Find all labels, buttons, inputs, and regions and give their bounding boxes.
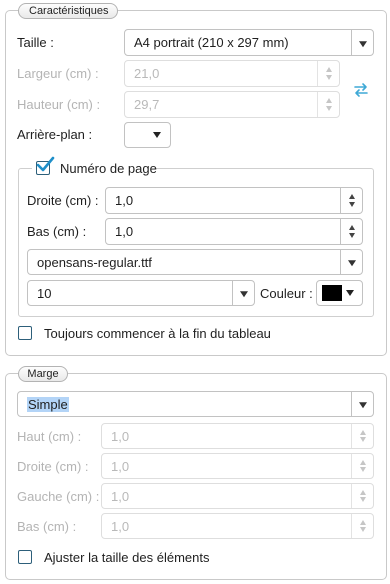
marge-haut-stepper: 1,0 [101,423,374,449]
marge-haut-value: 1,0 [111,428,130,444]
largeur-spin [317,61,339,86]
marge-bas-stepper: 1,0 [101,513,374,539]
numero-droite-value: 1,0 [115,193,134,208]
spin-up-icon [325,67,332,72]
spin-down-icon[interactable] [348,233,355,238]
marge-bas-value: 1,0 [111,518,130,534]
marge-bas-spin [351,514,373,538]
toujours-checkbox[interactable] [18,326,32,340]
largeur-value: 21,0 [134,66,160,81]
checkmark-icon [36,156,55,172]
numero-bas-label: Bas (cm) : [27,224,87,239]
font-value: opensans-regular.ttf [37,254,152,270]
couleur-label: Couleur : [260,286,313,301]
numero-page-label: Numéro de page [60,161,157,176]
marge-gauche-label: Gauche (cm) : [17,489,100,504]
spin-down-icon [359,527,366,532]
chevron-down-icon [239,291,248,298]
marge-mode-dropdown-button[interactable] [351,392,373,416]
spin-up-icon [359,520,366,525]
chevron-down-icon [153,132,161,138]
numero-droite-spin[interactable] [340,188,362,213]
marge-mode-text: Simple [27,396,69,412]
spin-up-icon [359,460,366,465]
taille-dropdown-button[interactable] [351,30,373,55]
color-swatch [322,285,342,301]
hauteur-spin [317,92,339,117]
marge-droite-stepper: 1,0 [101,453,374,479]
largeur-stepper: 21,0 [124,60,340,87]
taille-label: Taille : [17,35,54,50]
font-select[interactable]: opensans-regular.ttf [27,249,363,275]
marge-droite-value: 1,0 [111,458,130,474]
hauteur-value: 29,7 [134,97,160,112]
marge-bas-label: Bas (cm) : [17,519,77,534]
font-dropdown-button[interactable] [340,250,362,274]
spin-down-icon [359,437,366,442]
numero-bas-value: 1,0 [115,224,134,239]
marge-haut-spin [351,424,373,448]
marge-gauche-spin [351,484,373,508]
marge-legend: Marge [18,366,68,382]
caracteristiques-legend: Caractéristiques [18,3,118,19]
marge-mode-value: Simple [27,392,69,416]
numero-droite-label: Droite (cm) : [27,193,99,208]
spin-down-icon [359,497,366,502]
largeur-label: Largeur (cm) : [17,66,99,81]
marge-droite-spin [351,454,373,478]
numero-droite-stepper[interactable]: 1,0 [105,187,363,214]
marge-gauche-stepper: 1,0 [101,483,374,509]
arriere-plan-label: Arrière-plan : [17,127,93,142]
swap-dimensions-icon[interactable] [352,82,370,98]
chevron-down-icon [347,260,356,267]
color-swatch [128,126,154,144]
spin-down-icon [359,467,366,472]
chevron-down-icon [346,290,354,296]
taille-select[interactable]: A4 portrait (210 x 297 mm) [124,29,374,56]
hauteur-label: Hauteur (cm) : [17,97,101,112]
hauteur-stepper: 29,7 [124,91,340,118]
toujours-label: Toujours commencer à la fin du tableau [44,326,271,341]
spin-down-icon [325,106,332,111]
spin-down-icon [325,75,332,80]
font-size-value: 10 [37,285,52,301]
marge-mode-select[interactable]: Simple [17,391,374,417]
spin-up-icon[interactable] [348,194,355,199]
spin-up-icon[interactable] [348,225,355,230]
numero-bas-spin[interactable] [340,219,362,244]
taille-value: A4 portrait (210 x 297 mm) [134,35,289,50]
marge-droite-label: Droite (cm) : [17,459,89,474]
spin-up-icon [325,98,332,103]
marge-haut-label: Haut (cm) : [17,429,82,444]
arriere-plan-color-picker[interactable] [124,122,171,148]
font-size-dropdown-button[interactable] [232,281,254,305]
spin-up-icon [359,490,366,495]
couleur-picker[interactable] [316,280,363,306]
marge-gauche-value: 1,0 [111,488,130,504]
chevron-down-icon [358,402,367,409]
numero-bas-stepper[interactable]: 1,0 [105,218,363,245]
spin-down-icon[interactable] [348,202,355,207]
font-size-select[interactable]: 10 [27,280,255,306]
spin-up-icon [359,430,366,435]
chevron-down-icon [358,40,367,47]
ajuster-label: Ajuster la taille des éléments [44,550,210,565]
ajuster-checkbox[interactable] [18,550,32,564]
